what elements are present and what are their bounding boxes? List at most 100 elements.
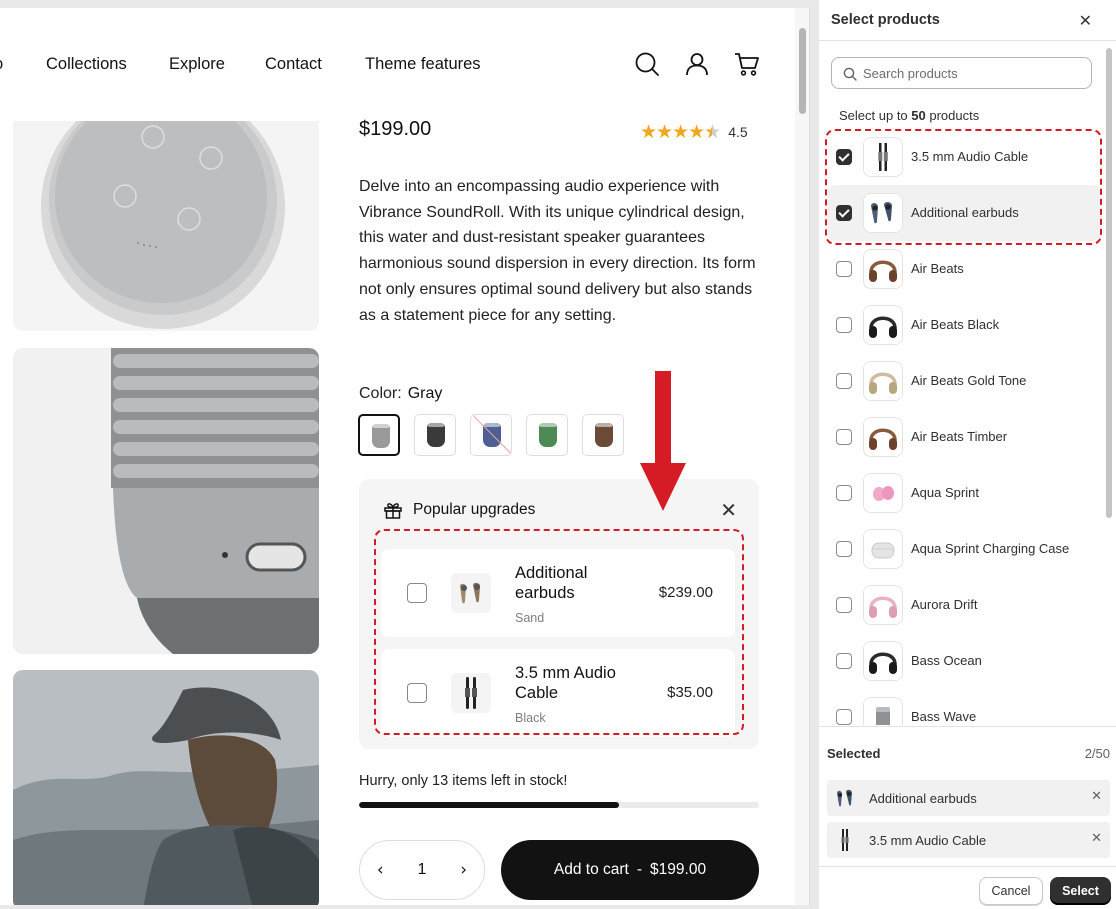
product-row[interactable]: 3.5 mm Audio Cable	[827, 129, 1101, 185]
search-field[interactable]	[831, 57, 1092, 89]
search-icon[interactable]	[634, 51, 660, 77]
product-name: Aurora Drift	[911, 597, 978, 612]
product-checkbox[interactable]	[836, 317, 852, 333]
upgrade-price: $239.00	[658, 584, 713, 601]
product-checkbox[interactable]	[836, 597, 852, 613]
product-checkbox[interactable]	[836, 261, 852, 277]
product-description: Delve into an encompassing audio experie…	[359, 178, 756, 324]
add-to-cart-price: $199.00	[650, 861, 707, 878]
product-thumbnail	[863, 529, 903, 569]
product-row[interactable]: Bass Ocean	[827, 633, 1101, 689]
product-rating[interactable]: ★★★★★ 4.5	[640, 121, 748, 143]
remove-icon[interactable]: ✕	[1091, 789, 1102, 804]
upgrade-item-earbuds[interactable]: Additional earbuds Sand $239.00	[381, 549, 735, 637]
product-row[interactable]: Air Beats Timber	[827, 409, 1101, 465]
product-checkbox[interactable]	[836, 205, 852, 221]
nav-link-partial[interactable]: o	[0, 55, 3, 74]
cart-icon[interactable]	[734, 51, 760, 77]
page-scrollbar-thumb[interactable]	[799, 28, 806, 114]
product-image-top[interactable]	[13, 121, 319, 331]
product-name: Aqua Sprint	[911, 485, 979, 500]
product-price: $199.00	[359, 118, 432, 140]
upgrade-variant: Sand	[515, 611, 545, 625]
limit-count: 50	[911, 108, 926, 123]
page-scrollbar[interactable]	[795, 8, 809, 905]
product-row[interactable]: Air Beats Gold Tone	[827, 353, 1101, 409]
product-checkbox[interactable]	[836, 149, 852, 165]
selected-count: 2/50	[1084, 746, 1110, 761]
nav-link-theme-features[interactable]: Theme features	[365, 55, 481, 74]
search-input[interactable]	[863, 58, 1088, 88]
earbuds-thumbnail	[833, 786, 857, 810]
color-swatches	[358, 414, 624, 456]
close-icon[interactable]: ✕	[720, 498, 737, 522]
remove-icon[interactable]: ✕	[1091, 831, 1102, 846]
upgrade-name: 3.5 mm Audio Cable	[515, 664, 616, 702]
selection-limit: Select up to 50 products	[839, 108, 979, 123]
product-image-side[interactable]	[13, 348, 319, 654]
upgrade-name: Additional earbuds	[515, 564, 588, 602]
color-swatch-black[interactable]	[414, 414, 456, 456]
swatch-speaker-top	[483, 422, 501, 427]
product-name: 3.5 mm Audio Cable	[911, 149, 1029, 164]
footer-divider	[819, 866, 1116, 867]
upgrades-header: Popular upgrades	[383, 500, 535, 520]
upgrade-price: $35.00	[667, 684, 713, 701]
product-checkbox[interactable]	[836, 541, 852, 557]
product-thumbnail	[863, 641, 903, 681]
minus-icon[interactable]: ‹	[377, 860, 384, 880]
product-name: Air Beats Gold Tone	[911, 373, 1027, 388]
product-row[interactable]: Aqua Sprint Charging Case	[827, 521, 1101, 577]
product-thumbnail	[863, 305, 903, 345]
account-icon[interactable]	[684, 51, 710, 77]
plus-icon[interactable]: ›	[460, 860, 467, 880]
product-checkbox[interactable]	[836, 653, 852, 669]
product-name: Bass Wave	[911, 709, 977, 724]
product-row[interactable]: Additional earbuds	[827, 185, 1101, 241]
product-thumbnail	[863, 417, 903, 457]
cancel-button[interactable]: Cancel	[979, 877, 1043, 905]
nav-link-contact[interactable]: Contact	[265, 55, 322, 74]
product-checkbox[interactable]	[836, 373, 852, 389]
color-value: Gray	[407, 385, 443, 402]
product-row[interactable]: Aurora Drift	[827, 577, 1101, 633]
chip-label: 3.5 mm Audio Cable	[869, 833, 987, 848]
upgrades-title: Popular upgrades	[413, 501, 536, 518]
search-icon	[843, 67, 857, 81]
nav-link-collections[interactable]: Collections	[46, 55, 127, 74]
color-swatch-gray[interactable]	[358, 414, 400, 456]
limit-suffix: products	[929, 108, 980, 123]
color-label-text: Color:	[359, 385, 402, 402]
lifestyle-image[interactable]	[13, 670, 319, 905]
rating-stars-icon: ★★★★★	[640, 121, 721, 143]
stock-bar-fill	[359, 802, 619, 808]
upgrade-variant: Black	[515, 711, 546, 725]
product-list[interactable]: 3.5 mm Audio Cable Additional earbuds Air …	[819, 129, 1103, 725]
color-swatch-blue[interactable]	[470, 414, 512, 456]
panel-scrollbar-thumb[interactable]	[1106, 48, 1112, 518]
quantity-value[interactable]: 1	[418, 861, 427, 879]
product-checkbox[interactable]	[836, 709, 852, 725]
quantity-stepper[interactable]: ‹ 1 ›	[359, 840, 485, 900]
color-swatch-brown[interactable]	[582, 414, 624, 456]
earbuds-thumbnail	[451, 573, 491, 613]
product-checkbox[interactable]	[836, 485, 852, 501]
product-row[interactable]: Bass Wave	[827, 689, 1101, 725]
product-row[interactable]: Air Beats Black	[827, 297, 1101, 353]
selected-chip-earbuds: Additional earbuds ✕	[827, 780, 1110, 816]
upgrade-item-audio-cable[interactable]: 3.5 mm Audio Cable Black $35.00	[381, 649, 735, 737]
add-to-cart-button[interactable]: Add to cart - $199.00	[501, 840, 759, 900]
panel-title: Select products	[831, 12, 940, 28]
product-row[interactable]: Aqua Sprint	[827, 465, 1101, 521]
product-row[interactable]: Air Beats	[827, 241, 1101, 297]
select-button[interactable]: Select	[1050, 877, 1111, 905]
panel-scrollbar[interactable]	[1104, 40, 1114, 726]
upgrade-checkbox[interactable]	[407, 583, 427, 603]
selected-heading: Selected	[827, 746, 881, 761]
product-checkbox[interactable]	[836, 429, 852, 445]
close-icon[interactable]: ✕	[1079, 11, 1092, 30]
upgrade-checkbox[interactable]	[407, 683, 427, 703]
selected-chip-audio-cable: 3.5 mm Audio Cable ✕	[827, 822, 1110, 858]
nav-link-explore[interactable]: Explore	[169, 55, 225, 74]
color-swatch-green[interactable]	[526, 414, 568, 456]
